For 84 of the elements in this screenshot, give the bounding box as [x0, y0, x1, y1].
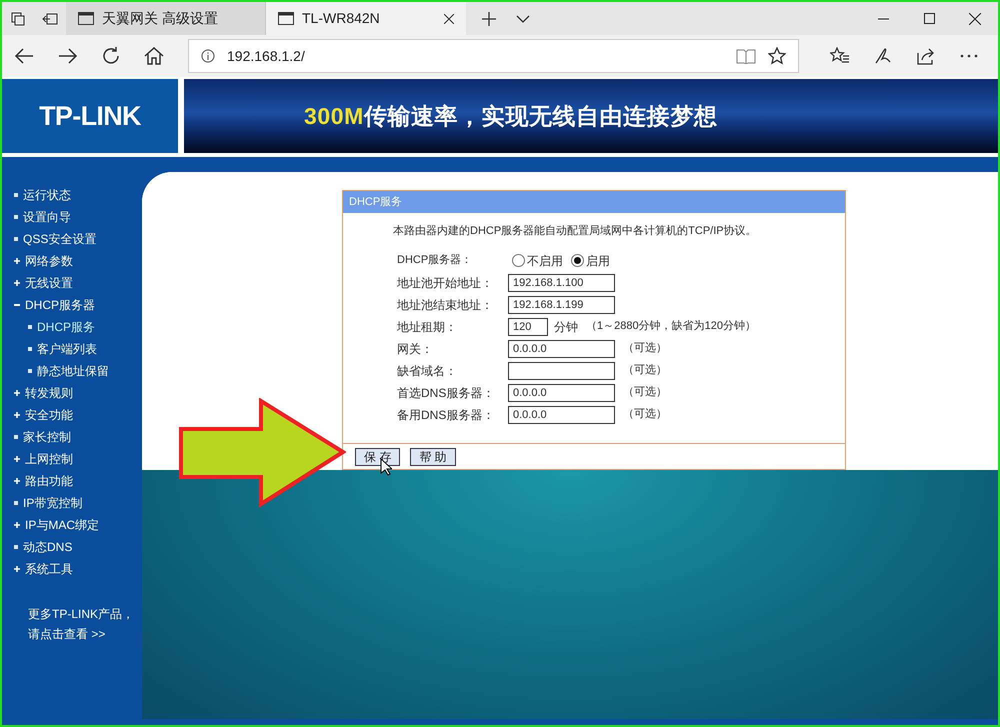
- share-icon[interactable]: [916, 47, 936, 65]
- menu-item[interactable]: 转发规则: [25, 384, 73, 402]
- field-label: 地址池结束地址：: [397, 296, 494, 314]
- browser-tab[interactable]: 天翼网关 高级设置: [66, 2, 266, 35]
- minimize-icon[interactable]: [878, 18, 888, 20]
- text-field[interactable]: 192.168.1.199: [508, 296, 615, 314]
- url-text: 192.168.1.2/: [227, 46, 306, 66]
- menu-item[interactable]: IP与MAC绑定: [25, 516, 100, 534]
- field-label: 地址池开始地址：: [397, 274, 494, 292]
- field-label: DHCP服务器：: [397, 253, 474, 268]
- bullet-icon: [14, 435, 18, 439]
- favorites-icon[interactable]: [830, 47, 850, 65]
- description-text: 本路由器内建的DHCP服务器能自动配置局域网中各计算机的TCP/IP协议。: [393, 224, 758, 239]
- menu-item[interactable]: DHCP服务: [37, 318, 96, 336]
- unit-text: 分钟: [554, 318, 578, 336]
- star-icon[interactable]: [768, 47, 786, 65]
- bullet-icon: [14, 193, 18, 197]
- menu-item[interactable]: 系统工具: [25, 560, 73, 578]
- menu-item[interactable]: 运行状态: [23, 186, 71, 204]
- new-tab-icon[interactable]: [482, 12, 496, 26]
- menu-item[interactable]: 无线设置: [25, 274, 73, 292]
- address-bar[interactable]: 192.168.1.2/: [188, 39, 799, 73]
- radio-label: 启用: [586, 252, 610, 270]
- menu-item[interactable]: 客户端列表: [37, 340, 97, 358]
- hint-text: （1～2880分钟，缺省为120分钟）: [586, 319, 756, 334]
- page-icon: [78, 12, 94, 25]
- menu-item[interactable]: DHCP服务器: [25, 296, 96, 314]
- text-field[interactable]: 120: [508, 318, 548, 336]
- menu-item[interactable]: 安全功能: [25, 406, 73, 424]
- hint-text: （可选）: [623, 363, 667, 378]
- radio-button[interactable]: [512, 254, 525, 267]
- pen-icon[interactable]: [874, 47, 892, 65]
- info-icon: [201, 49, 215, 63]
- menu-item[interactable]: 网络参数: [25, 252, 73, 270]
- page-icon: [278, 12, 294, 25]
- field-label: 缺省域名：: [397, 362, 458, 380]
- hint-text: （可选）: [623, 385, 667, 400]
- menu-item[interactable]: 路由功能: [25, 472, 73, 490]
- hint-text: （可选）: [623, 407, 667, 422]
- set-aside-tabs-icon[interactable]: [42, 12, 58, 26]
- hint-text: （可选）: [623, 341, 667, 356]
- brand-logo: TP-LINK: [39, 100, 141, 133]
- bullet-icon: [28, 325, 32, 329]
- chevron-down-icon[interactable]: [516, 14, 530, 22]
- bullet-icon: [14, 501, 18, 505]
- more-icon[interactable]: [960, 54, 978, 58]
- menu-item[interactable]: 设置向导: [23, 208, 71, 226]
- text-field[interactable]: 0.0.0.0: [508, 406, 615, 424]
- menu-item[interactable]: 静态地址保留: [37, 362, 109, 380]
- bullet-icon: [28, 369, 32, 373]
- bullet-icon: [28, 347, 32, 351]
- refresh-icon[interactable]: [102, 47, 120, 65]
- forward-icon[interactable]: [58, 48, 78, 64]
- maximize-icon[interactable]: [924, 13, 934, 24]
- field-label: 首选DNS服务器：: [397, 384, 496, 402]
- more-products-link[interactable]: 请点击查看 >>: [28, 624, 142, 644]
- panel-title: DHCP服务: [343, 191, 845, 213]
- menu-item[interactable]: 家长控制: [23, 428, 71, 446]
- text-field[interactable]: 0.0.0.0: [508, 384, 615, 402]
- radio-label: 不启用: [527, 252, 563, 270]
- close-icon[interactable]: [969, 12, 981, 24]
- menu-item[interactable]: QSS安全设置: [23, 230, 96, 248]
- menu-item[interactable]: 上网控制: [25, 450, 73, 468]
- text-field[interactable]: 192.168.1.100: [508, 274, 615, 292]
- bullet-icon: [14, 215, 18, 219]
- field-label: 备用DNS服务器：: [397, 406, 496, 424]
- back-icon[interactable]: [14, 48, 34, 64]
- close-tab-icon[interactable]: [444, 14, 454, 24]
- more-products-link[interactable]: 更多TP-LINK产品，: [28, 604, 142, 624]
- menu-item[interactable]: 动态DNS: [23, 538, 72, 556]
- banner-slogan: 300M传输速率，实现无线自由连接梦想: [304, 102, 718, 131]
- reading-view-icon[interactable]: [736, 48, 756, 64]
- text-field[interactable]: [508, 362, 615, 380]
- tabs-icon[interactable]: [10, 12, 24, 26]
- bullet-icon: [14, 237, 18, 241]
- browser-tab[interactable]: TL-WR842N: [266, 2, 466, 35]
- button[interactable]: 帮 助: [410, 448, 456, 466]
- field-label: 网关：: [397, 340, 434, 358]
- radio-button[interactable]: [571, 254, 584, 267]
- text-field[interactable]: 0.0.0.0: [508, 340, 615, 358]
- field-label: 地址租期：: [397, 318, 458, 336]
- home-icon[interactable]: [144, 47, 164, 65]
- menu-item[interactable]: IP带宽控制: [23, 494, 82, 512]
- bullet-icon: [14, 545, 18, 549]
